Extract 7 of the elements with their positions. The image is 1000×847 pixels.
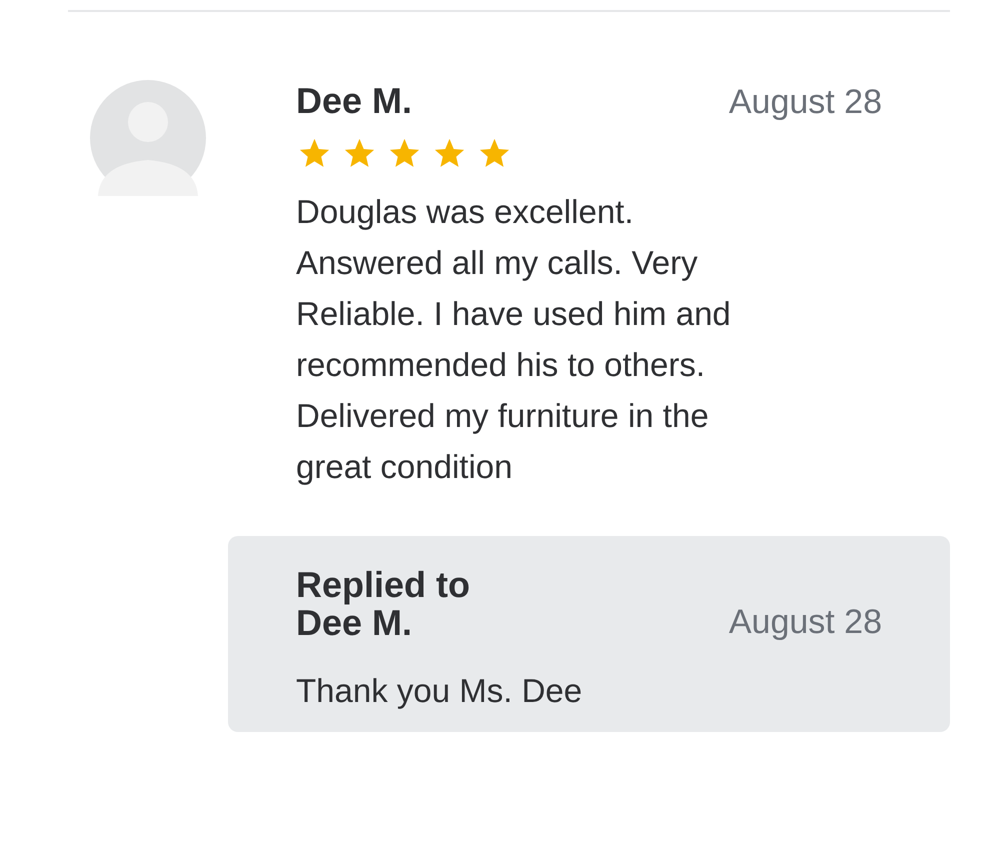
reply-title: Replied to Dee M.	[296, 566, 472, 642]
reply-date: August 28	[728, 603, 882, 642]
reviewer-name: Dee M.	[296, 80, 412, 122]
avatar-icon	[90, 80, 206, 196]
review-text: Douglas was excellent. Answered all my calls. Very Reliable. I have used him and recommended his to others. Delivered my furniture in the great condition	[296, 192, 732, 487]
review-date: August 28	[728, 83, 882, 122]
reply-text: Thank you Ms. Dee	[296, 672, 584, 710]
